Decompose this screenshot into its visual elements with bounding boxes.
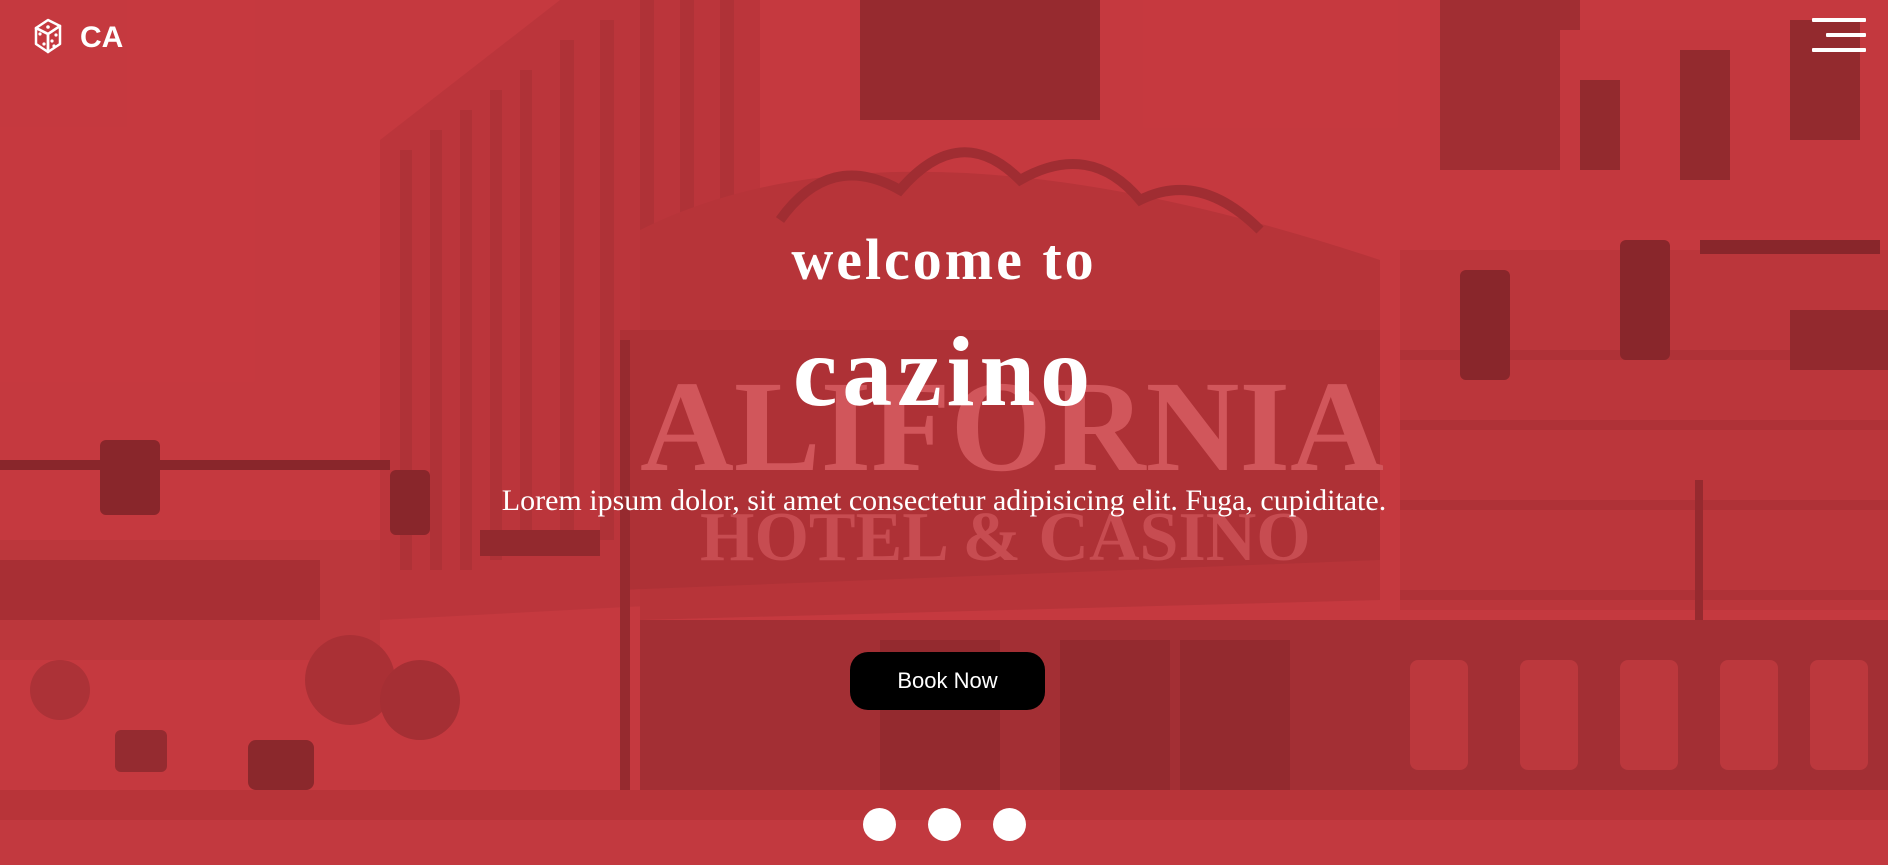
logo-text: CA bbox=[80, 21, 124, 54]
welcome-heading: welcome to bbox=[791, 227, 1097, 292]
brand-title: cazino bbox=[792, 316, 1096, 427]
book-now-button[interactable]: Book Now bbox=[850, 652, 1045, 710]
menu-line bbox=[1826, 33, 1866, 37]
hero-section: ALIFORNIA HOTEL & CASINO CA welcome to c… bbox=[0, 0, 1888, 865]
menu-line bbox=[1812, 48, 1866, 52]
carousel-indicators bbox=[0, 808, 1888, 841]
tagline: Lorem ipsum dolor, sit amet consectetur … bbox=[501, 484, 1387, 517]
carousel-dot-2[interactable] bbox=[927, 808, 961, 841]
red-tint-overlay bbox=[0, 0, 1888, 865]
logo[interactable]: CA bbox=[32, 14, 123, 58]
dice-icon bbox=[34, 18, 62, 54]
hamburger-menu-icon[interactable] bbox=[1810, 18, 1866, 54]
menu-line bbox=[1812, 18, 1866, 22]
carousel-dot-1[interactable] bbox=[862, 808, 896, 841]
carousel-dot-3[interactable] bbox=[992, 808, 1026, 841]
